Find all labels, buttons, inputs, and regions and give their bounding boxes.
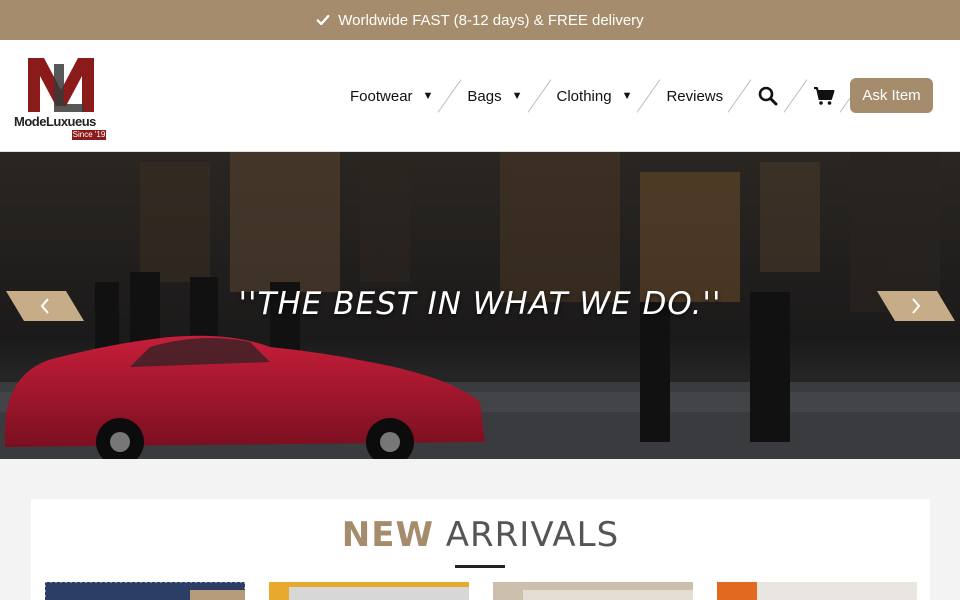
- nav-divider: [727, 78, 753, 114]
- brand-logo[interactable]: ModeLuxueus Since '19: [14, 50, 108, 142]
- hero-slider: ''THE BEST IN WHAT WE DO.'': [0, 152, 960, 459]
- logo-monogram: [28, 58, 94, 112]
- nav-item-clothing[interactable]: Clothing ▼: [557, 88, 633, 105]
- nav-divider: [783, 78, 809, 114]
- nav-item-label: Clothing: [556, 87, 612, 105]
- chevron-left-icon[interactable]: [6, 291, 84, 321]
- nav-item-label: Bags: [467, 87, 502, 105]
- chevron-down-icon: ▼: [511, 90, 523, 102]
- search-icon[interactable]: [757, 85, 779, 107]
- main-nav: Footwear ▼ Bags ▼ Clothing ▼ Reviews: [350, 80, 869, 112]
- ask-item-button[interactable]: Ask Item: [850, 78, 933, 113]
- nav-item-label: Reviews: [666, 87, 724, 105]
- chevron-down-icon: ▼: [422, 90, 434, 102]
- chevron-right-icon[interactable]: [877, 291, 955, 321]
- product-thumbnail[interactable]: [45, 582, 245, 600]
- product-thumbnail[interactable]: [493, 582, 693, 600]
- site-header: ModeLuxueus Since '19 Footwear ▼ Bags ▼ …: [0, 40, 960, 152]
- announcement-bar: Worldwide FAST (8-12 days) & FREE delive…: [0, 0, 960, 40]
- nav-item-label: Footwear: [350, 87, 413, 105]
- section-title: NEW ARRIVALS: [31, 515, 930, 555]
- cart-icon[interactable]: [813, 85, 835, 107]
- title-underline: [455, 565, 505, 568]
- announcement-text: Worldwide FAST (8-12 days) & FREE delive…: [338, 11, 644, 29]
- section-title-bold: NEW: [341, 515, 434, 555]
- new-arrivals-section: NEW ARRIVALS: [31, 499, 930, 600]
- hero-title: ''THE BEST IN WHAT WE DO.'': [238, 286, 722, 322]
- product-thumbnail[interactable]: [269, 582, 469, 600]
- nav-item-reviews[interactable]: Reviews: [666, 88, 723, 105]
- check-icon: [316, 14, 330, 26]
- nav-item-bags[interactable]: Bags ▼: [467, 88, 522, 105]
- logo-wordmark: ModeLuxueus: [14, 114, 96, 129]
- nav-divider: [636, 78, 662, 114]
- product-grid: [45, 582, 917, 600]
- nav-divider: [437, 78, 463, 114]
- nav-divider: [527, 78, 553, 114]
- nav-item-footwear[interactable]: Footwear ▼: [350, 88, 433, 105]
- section-title-rest: ARRIVALS: [445, 515, 620, 555]
- chevron-down-icon: ▼: [621, 90, 633, 102]
- logo-since: Since '19: [72, 130, 106, 140]
- product-thumbnail[interactable]: [717, 582, 917, 600]
